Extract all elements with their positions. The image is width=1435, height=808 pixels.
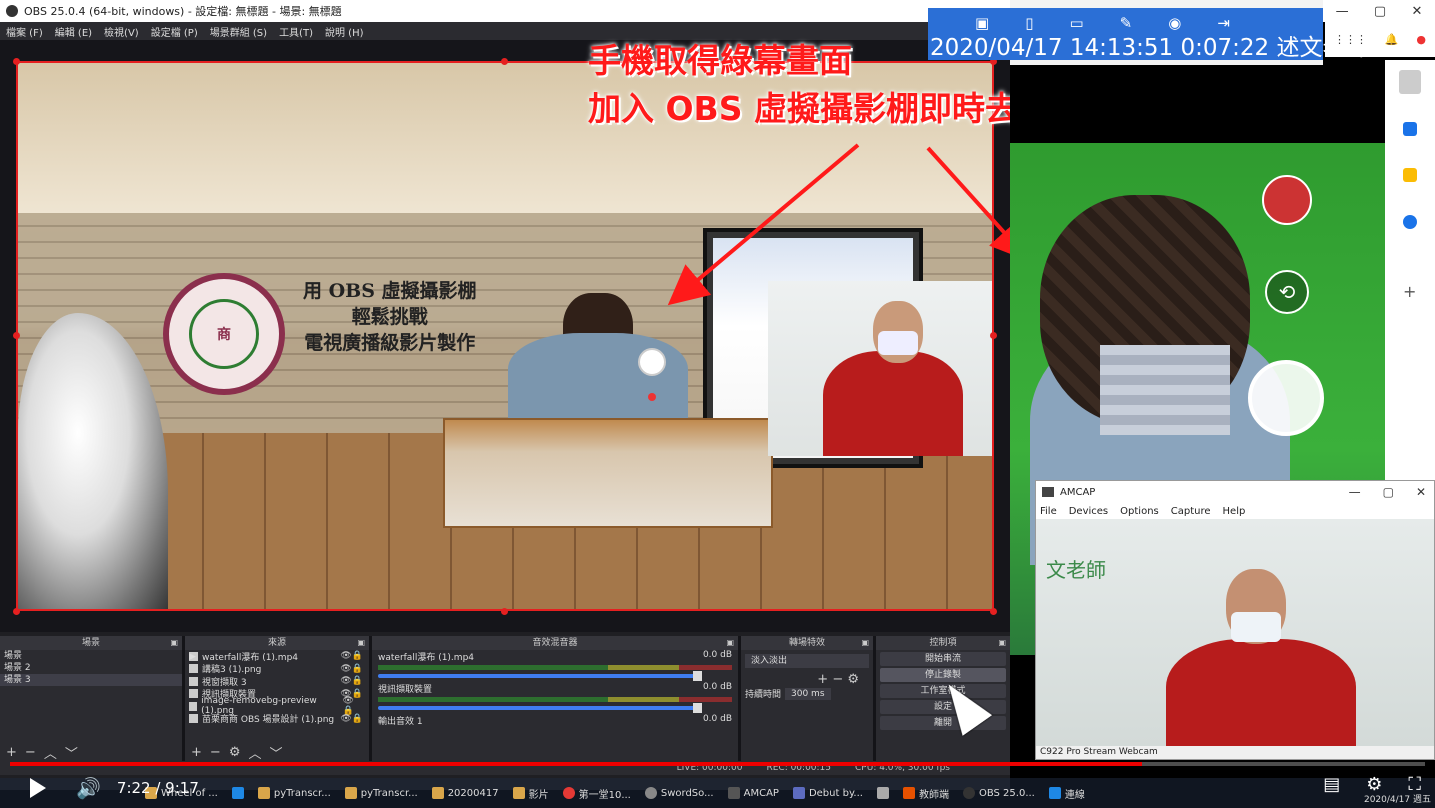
amcap-menu-options[interactable]: Options — [1120, 506, 1159, 517]
phone-student-mask-pixelated — [1100, 345, 1230, 435]
subtitles-icon[interactable]: ▤ — [1323, 774, 1340, 795]
amcap-menubar: File Devices Options Capture Help — [1036, 503, 1434, 519]
maximize-icon[interactable]: ▢ — [1374, 4, 1386, 19]
video-time: 7:22 / 9:17 — [116, 779, 199, 797]
close-icon[interactable]: ✕ — [1416, 485, 1426, 499]
play-icon[interactable] — [30, 778, 46, 798]
profile-avatar[interactable] — [1399, 70, 1421, 94]
video-progress-fill — [10, 762, 1142, 766]
maximize-icon[interactable]: ▢ — [1383, 485, 1394, 499]
amcap-title: AMCAP — [1060, 486, 1096, 498]
minimize-icon[interactable]: — — [1349, 485, 1361, 499]
minimize-icon[interactable]: — — [1336, 4, 1349, 19]
amcap-titlebar: AMCAP — ▢ ✕ — [1036, 481, 1434, 503]
settings-gear-icon[interactable]: ⚙ — [1366, 774, 1382, 795]
keep-icon[interactable] — [1403, 168, 1417, 182]
amcap-statusbar: C922 Pro Stream Webcam — [1036, 746, 1434, 759]
teacher-avatar — [1262, 175, 1312, 225]
amcap-menu-capture[interactable]: Capture — [1171, 506, 1211, 517]
amcap-menu-file[interactable]: File — [1040, 506, 1057, 517]
add-panel-icon[interactable]: + — [1403, 282, 1416, 301]
teacher-body — [1166, 639, 1356, 747]
browser-controls: ⋮⋮⋮ 🔔 ● — [1325, 22, 1435, 57]
record-icon[interactable]: ● — [1416, 33, 1426, 46]
volume-icon[interactable]: 🔊 — [76, 776, 101, 800]
shutter-button[interactable] — [1248, 360, 1324, 436]
amcap-menu-help[interactable]: Help — [1223, 506, 1246, 517]
tasks-icon[interactable] — [1403, 215, 1417, 229]
amcap-menu-devices[interactable]: Devices — [1069, 506, 1108, 517]
bell-icon[interactable]: 🔔 — [1385, 33, 1399, 46]
webcam-preview: 文老師 — [1036, 519, 1434, 747]
camera-flip-icon[interactable]: ⟲ — [1265, 270, 1309, 314]
player-right-controls: ▤ ⚙ ⛶ — [1323, 774, 1421, 795]
video-player-controls: 🔊 7:22 / 9:17 ▤ ⚙ ⛶ — [0, 768, 1435, 808]
amcap-window: AMCAP — ▢ ✕ File Devices Options Capture… — [1035, 480, 1435, 760]
amcap-window-controls: — ▢ ✕ — [1349, 485, 1426, 499]
arrow-to-phone — [926, 146, 1031, 262]
teacher-mask — [1231, 612, 1281, 642]
recording-timestamp: 2020/04/17 14:13:51 0:07:22 述文老師 — [930, 35, 1369, 61]
fullscreen-icon[interactable]: ⛶ — [1408, 774, 1421, 795]
video-progress-bar[interactable] — [10, 762, 1425, 766]
whiteboard-text: 文老師 — [1046, 558, 1106, 582]
close-icon[interactable]: ✕ — [1411, 4, 1422, 19]
window-controls: — ▢ ✕ — [1323, 0, 1435, 22]
calendar-icon[interactable] — [1403, 122, 1417, 136]
camera-app-icon — [1042, 487, 1054, 497]
grid-icon[interactable]: ⋮⋮⋮ — [1334, 33, 1367, 46]
arrow-to-preview — [667, 143, 860, 306]
